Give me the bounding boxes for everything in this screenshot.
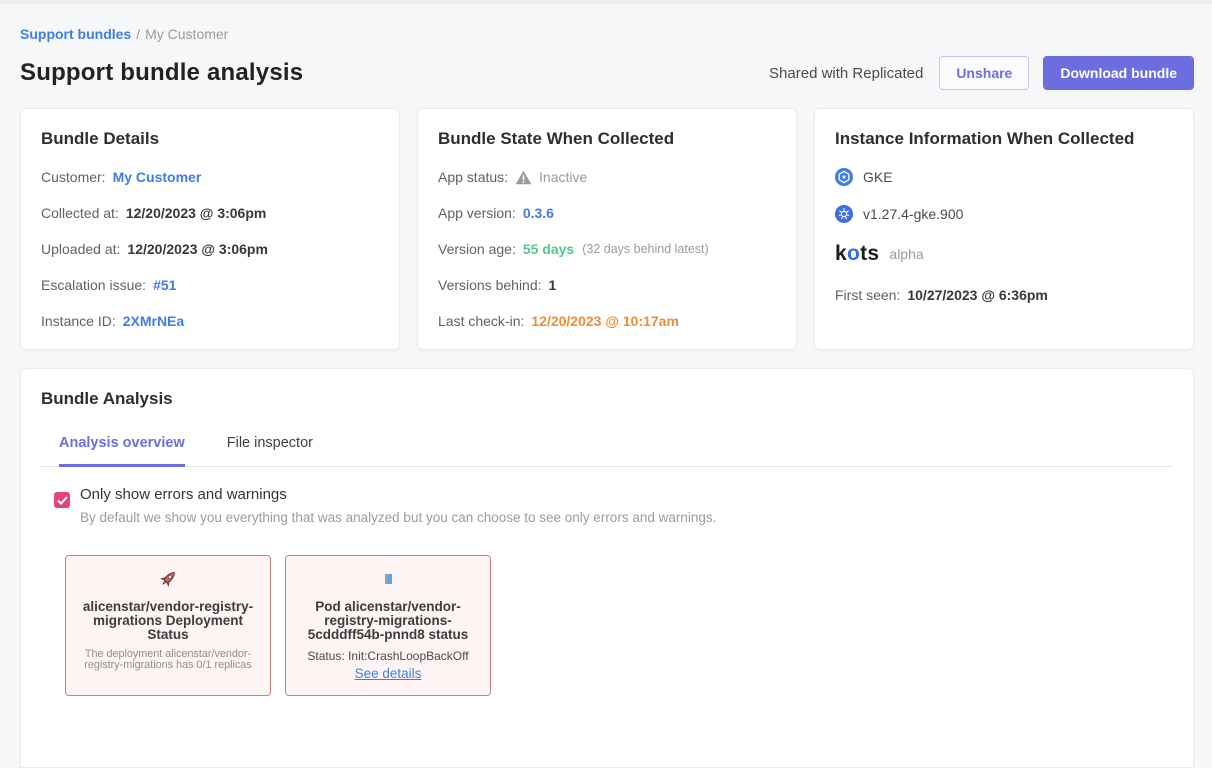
versions-behind-row: Versions behind: 1 <box>438 277 776 293</box>
shared-status-text: Shared with Replicated <box>769 65 923 82</box>
uploaded-at-row: Uploaded at: 12/20/2023 @ 3:06pm <box>41 241 379 257</box>
breadcrumb-support-bundles-link[interactable]: Support bundles <box>20 26 131 42</box>
kots-row: kots alpha <box>835 242 1173 266</box>
collected-at-value: 12/20/2023 @ 3:06pm <box>126 205 267 221</box>
app-version-link[interactable]: 0.3.6 <box>523 205 554 221</box>
distribution-value: GKE <box>863 169 893 185</box>
instance-id-label: Instance ID: <box>41 313 116 329</box>
page-header: Support bundle analysis Shared with Repl… <box>20 56 1194 90</box>
alert-message: The deployment alicenstar/vendor-registr… <box>76 649 260 671</box>
instance-info-card: Instance Information When Collected GKE … <box>814 108 1194 350</box>
version-age-label: Version age: <box>438 241 516 257</box>
last-checkin-label: Last check-in: <box>438 313 524 329</box>
versions-behind-label: Versions behind: <box>438 277 542 293</box>
last-checkin-row: Last check-in: 12/20/2023 @ 10:17am <box>438 313 776 329</box>
alert-title: alicenstar/vendor-registry-migrations De… <box>76 600 260 642</box>
see-details-link[interactable]: See details <box>355 666 422 681</box>
broken-image-icon <box>296 567 480 591</box>
deployment-status-alert-card[interactable]: alicenstar/vendor-registry-migrations De… <box>65 555 271 696</box>
collected-at-row: Collected at: 12/20/2023 @ 3:06pm <box>41 205 379 221</box>
kots-logo-k: k <box>835 242 847 266</box>
escalation-issue-row: Escalation issue: #51 <box>41 277 379 293</box>
last-checkin-value: 12/20/2023 @ 10:17am <box>531 313 679 329</box>
first-seen-value: 10/27/2023 @ 6:36pm <box>907 287 1048 303</box>
kots-logo: kots <box>835 242 879 266</box>
instance-id-row: Instance ID: 2XMrNEa <box>41 313 379 329</box>
version-age-value: 55 days <box>523 241 574 257</box>
header-actions: Shared with Replicated Unshare Download … <box>769 56 1194 90</box>
kubernetes-icon <box>835 205 853 223</box>
only-errors-checkbox[interactable] <box>54 492 70 508</box>
bundle-state-card: Bundle State When Collected App status: … <box>417 108 797 350</box>
distribution-row: GKE <box>835 168 1173 186</box>
breadcrumb: Support bundles / My Customer <box>20 26 1194 42</box>
app-status-label: App status: <box>438 169 508 185</box>
kots-logo-o: o <box>847 242 860 266</box>
bundle-analysis-card: Bundle Analysis Analysis overview File i… <box>20 368 1194 768</box>
breadcrumb-current: My Customer <box>145 26 228 42</box>
instance-info-title: Instance Information When Collected <box>835 129 1173 149</box>
kots-version-value: alpha <box>889 246 923 262</box>
analysis-tabs: Analysis overview File inspector <box>41 435 1173 467</box>
filter-texts: Only show errors and warnings By default… <box>80 486 716 525</box>
alert-status-text: Status: Init:CrashLoopBackOff <box>296 649 480 663</box>
k8s-version-value: v1.27.4-gke.900 <box>863 206 963 222</box>
bundle-state-title: Bundle State When Collected <box>438 129 776 149</box>
bundle-details-title: Bundle Details <box>41 129 379 149</box>
tab-analysis-overview[interactable]: Analysis overview <box>59 435 185 467</box>
errors-filter-row: Only show errors and warnings By default… <box>41 486 1173 525</box>
app-status-row: App status: Inactive <box>438 169 776 185</box>
unshare-button[interactable]: Unshare <box>939 56 1029 90</box>
k8s-version-row: v1.27.4-gke.900 <box>835 205 1173 223</box>
customer-link[interactable]: My Customer <box>113 169 202 185</box>
kots-logo-ts: ts <box>860 242 879 266</box>
support-bundle-page: Support bundles / My Customer Support bund… <box>0 4 1212 768</box>
version-age-row: Version age: 55 days (32 days behind lat… <box>438 241 776 257</box>
bundle-analysis-title: Bundle Analysis <box>41 389 1173 409</box>
versions-behind-value: 1 <box>549 277 557 293</box>
rocket-icon <box>76 567 260 591</box>
first-seen-row: First seen: 10/27/2023 @ 6:36pm <box>835 287 1173 303</box>
bundle-details-card: Bundle Details Customer: My Customer Col… <box>20 108 400 350</box>
download-bundle-button[interactable]: Download bundle <box>1043 56 1194 90</box>
pod-status-alert-card[interactable]: Pod alicenstar/vendor-registry-migration… <box>285 555 491 696</box>
app-version-row: App version: 0.3.6 <box>438 205 776 221</box>
tab-file-inspector[interactable]: File inspector <box>227 435 313 466</box>
analysis-alerts: alicenstar/vendor-registry-migrations De… <box>41 555 1173 696</box>
uploaded-at-value: 12/20/2023 @ 3:06pm <box>127 241 268 257</box>
escalation-issue-label: Escalation issue: <box>41 277 146 293</box>
page-title: Support bundle analysis <box>20 59 303 87</box>
only-errors-description: By default we show you everything that w… <box>80 510 716 525</box>
instance-id-link[interactable]: 2XMrNEa <box>123 313 184 329</box>
only-errors-label[interactable]: Only show errors and warnings <box>80 486 716 503</box>
breadcrumb-separator: / <box>136 26 140 42</box>
summary-cards-row: Bundle Details Customer: My Customer Col… <box>20 108 1194 350</box>
app-status-value: Inactive <box>539 169 587 185</box>
warning-triangle-icon <box>515 170 532 185</box>
version-age-note: (32 days behind latest) <box>582 242 708 256</box>
alert-title: Pod alicenstar/vendor-registry-migration… <box>296 600 480 642</box>
customer-label: Customer: <box>41 169 106 185</box>
first-seen-label: First seen: <box>835 287 900 303</box>
uploaded-at-label: Uploaded at: <box>41 241 120 257</box>
app-version-label: App version: <box>438 205 516 221</box>
collected-at-label: Collected at: <box>41 205 119 221</box>
escalation-issue-link[interactable]: #51 <box>153 277 176 293</box>
gke-icon <box>835 168 853 186</box>
customer-row: Customer: My Customer <box>41 169 379 185</box>
